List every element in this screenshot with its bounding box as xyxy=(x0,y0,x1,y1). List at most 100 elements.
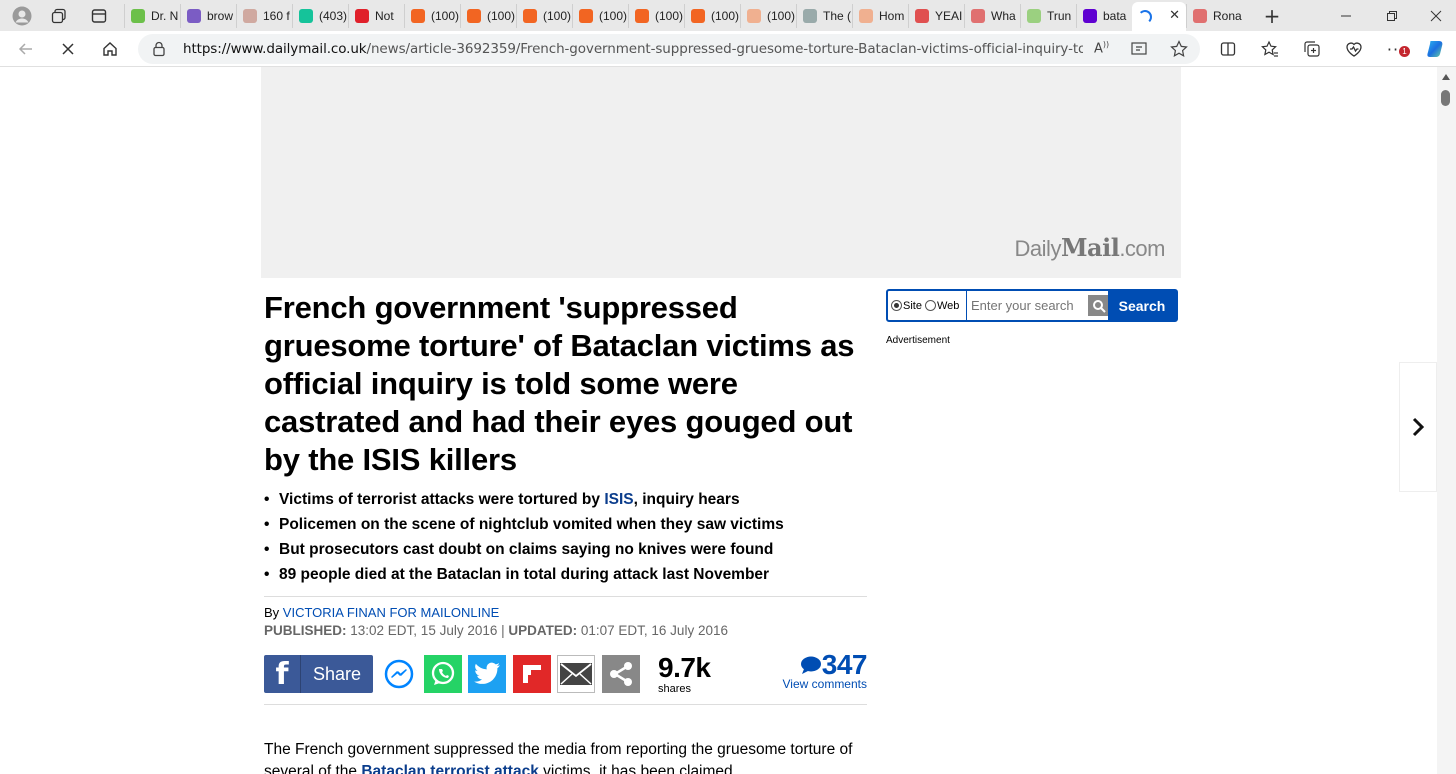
url-text[interactable]: https://www.dailymail.co.uk/news/article… xyxy=(183,41,1083,57)
tab-title: Wha xyxy=(991,9,1016,23)
search-button[interactable]: Search xyxy=(1108,291,1176,320)
advertisement-label: Advertisement xyxy=(886,335,950,346)
tab[interactable]: (100) xyxy=(460,4,516,28)
summary-bullet: But prosecutors cast doubt on claims say… xyxy=(264,537,864,562)
split-screen-icon[interactable] xyxy=(1212,31,1244,67)
twitter-share-button[interactable] xyxy=(468,655,506,693)
tab[interactable]: YEAI xyxy=(908,4,964,28)
collections-icon[interactable] xyxy=(1296,31,1328,67)
youtube-icon xyxy=(971,9,985,23)
tab[interactable]: 160 f xyxy=(236,4,292,28)
bookmark-icon xyxy=(859,9,873,23)
lock-icon[interactable] xyxy=(152,41,166,61)
tab[interactable]: brow xyxy=(180,4,236,28)
grammarly-icon xyxy=(299,9,313,23)
facebook-share-button[interactable]: f Share xyxy=(264,655,373,693)
top-advertisement-banner[interactable]: DailyMail.com xyxy=(261,67,1181,278)
tab-strip: Dr. N brow 160 f (403) Not (100) (100) (100) (10… xyxy=(0,0,1456,31)
tab-active[interactable]: ✕ xyxy=(1132,2,1186,31)
copilot-icon[interactable] xyxy=(1420,31,1452,67)
tab[interactable]: (403) xyxy=(292,4,348,28)
site-radio-label: Site xyxy=(903,299,922,312)
url-domain: https://www.dailymail.co.uk xyxy=(183,41,367,57)
share-icon xyxy=(610,662,632,686)
email-icon xyxy=(560,663,592,685)
scroll-up-arrow[interactable] xyxy=(1442,74,1450,80)
comments-link[interactable]: 347 View comments xyxy=(783,649,868,691)
facebook-icon: f xyxy=(264,655,301,693)
site-radio-button[interactable] xyxy=(891,300,902,311)
tab-title: YEAI xyxy=(935,9,963,23)
tab[interactable]: (100) xyxy=(572,4,628,28)
workspaces-icon[interactable] xyxy=(44,0,74,31)
web-radio-button[interactable] xyxy=(924,300,936,311)
restore-button[interactable] xyxy=(1376,0,1408,31)
tab[interactable]: (100) xyxy=(684,4,740,28)
notification-badge: 1 xyxy=(1399,46,1410,57)
body-text: victims, it has been claimed. xyxy=(538,763,737,774)
page-scrollbar[interactable] xyxy=(1437,67,1456,774)
tab-close-icon[interactable]: ✕ xyxy=(1169,8,1180,23)
stop-loading-button[interactable] xyxy=(52,31,84,67)
author-link[interactable]: VICTORIA FINAN FOR MAILONLINE xyxy=(283,605,499,620)
home-button[interactable] xyxy=(94,31,126,67)
tab[interactable]: Dr. N xyxy=(124,4,180,28)
new-tab-button[interactable]: + xyxy=(1260,0,1284,31)
published-date: 13:02 EDT, 15 July 2016 | xyxy=(346,623,509,638)
address-bar[interactable]: https://www.dailymail.co.uk/news/article… xyxy=(138,34,1200,64)
flipboard-share-button[interactable] xyxy=(513,655,551,693)
minimize-button[interactable] xyxy=(1330,0,1362,31)
tab[interactable]: Hom xyxy=(852,4,908,28)
close-window-button[interactable] xyxy=(1420,0,1452,31)
tab-title: Rona xyxy=(1213,9,1242,23)
messenger-icon xyxy=(384,659,414,689)
immersive-reader-icon[interactable] xyxy=(1131,41,1149,61)
search-input[interactable] xyxy=(966,291,1090,320)
next-article-arrow[interactable] xyxy=(1399,362,1437,492)
profile-icon[interactable] xyxy=(8,0,36,31)
tab[interactable]: The ( xyxy=(796,4,852,28)
tab-title: (403) xyxy=(319,9,348,23)
isis-topic-link[interactable]: ISIS xyxy=(604,491,633,508)
share-bar: f Share 9.7k shares 347 View comments xyxy=(264,649,868,695)
bataclan-attack-link[interactable]: Bataclan terrorist attack xyxy=(361,763,538,774)
scroll-thumb[interactable] xyxy=(1441,90,1450,106)
tab[interactable]: Not xyxy=(348,4,404,28)
tab[interactable]: (100) xyxy=(740,4,796,28)
tab[interactable]: (100) xyxy=(628,4,684,28)
settings-more-icon[interactable]: ··· 1 xyxy=(1380,31,1412,67)
tab-actions-icon[interactable] xyxy=(84,0,114,31)
email-share-button[interactable] xyxy=(557,655,595,693)
tab[interactable]: (100) xyxy=(516,4,572,28)
web-radio[interactable]: Web xyxy=(924,299,960,312)
tab-title: Trun xyxy=(1047,9,1072,23)
play-icon xyxy=(1027,9,1041,23)
whatsapp-share-button[interactable] xyxy=(424,655,462,693)
site-search-form: Site Web Search xyxy=(886,289,1178,322)
web-radio-label: Web xyxy=(936,299,960,312)
tab[interactable]: Trun xyxy=(1020,4,1076,28)
bookmark-icon xyxy=(635,9,649,23)
logo-mail-text: Mail xyxy=(1060,233,1120,262)
published-label: PUBLISHED: xyxy=(264,623,347,638)
read-aloud-icon[interactable]: A)) xyxy=(1094,40,1109,56)
browser-essentials-icon[interactable] xyxy=(1338,31,1370,67)
loading-icon xyxy=(1138,9,1152,24)
favorites-icon[interactable] xyxy=(1254,31,1286,67)
more-share-button[interactable] xyxy=(602,655,640,693)
messenger-share-button[interactable] xyxy=(380,655,418,693)
article-summary-bullets: Victims of terrorist attacks were tortur… xyxy=(264,487,864,587)
back-button[interactable] xyxy=(10,31,42,67)
chevron-right-icon xyxy=(1412,417,1425,437)
tab[interactable]: (100) xyxy=(404,4,460,28)
tab[interactable]: Wha xyxy=(964,4,1020,28)
tab-title: Hom xyxy=(879,9,905,23)
tab[interactable]: bata xyxy=(1076,4,1132,28)
favorite-star-icon[interactable] xyxy=(1170,40,1188,62)
web-page: DailyMail.com French government 'suppres… xyxy=(0,67,1437,774)
search-magnifier-icon xyxy=(1088,295,1110,316)
tab-title: brow xyxy=(207,9,234,23)
site-radio[interactable]: Site xyxy=(891,300,922,312)
tab[interactable]: Rona xyxy=(1186,4,1242,28)
youtube-icon xyxy=(1193,9,1207,23)
